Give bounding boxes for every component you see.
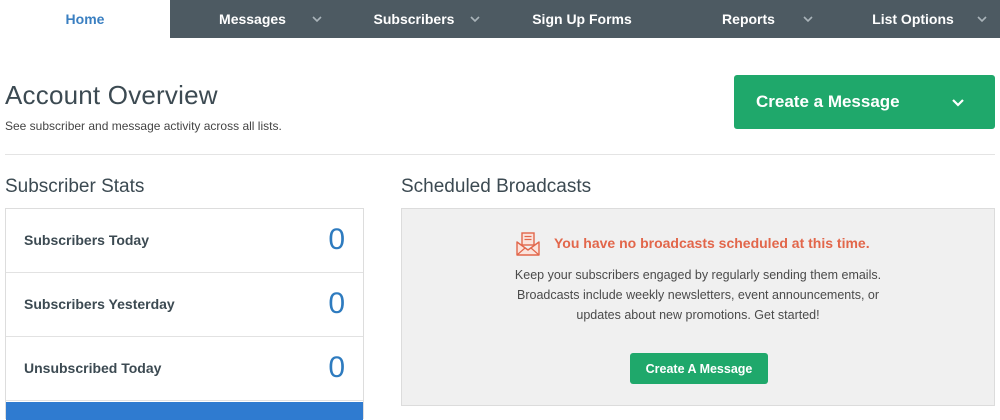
nav-item-label: Sign Up Forms <box>532 11 632 27</box>
stat-row-unsubscribed-today: Unsubscribed Today 0 <box>6 337 363 401</box>
stats-panel-footer-bar[interactable] <box>6 402 363 420</box>
stat-row-subscribers-today: Subscribers Today 0 <box>6 209 363 273</box>
stat-row-subscribers-yesterday: Subscribers Yesterday 0 <box>6 273 363 337</box>
empty-state-line: updates about new promotions. Get starte… <box>576 308 820 322</box>
nav-item-signup-forms[interactable]: Sign Up Forms <box>493 0 671 38</box>
create-a-message-button[interactable]: Create A Message <box>630 353 768 384</box>
chevron-down-icon[interactable] <box>951 96 965 108</box>
scheduled-broadcasts-panel: You have no broadcasts scheduled at this… <box>401 208 995 406</box>
chevron-down-icon <box>311 13 323 25</box>
create-message-button-label: Create a Message <box>756 92 900 111</box>
nav-item-label: Messages <box>219 11 286 27</box>
nav-item-label: Subscribers <box>373 11 455 27</box>
chevron-down-icon <box>802 13 814 25</box>
stat-label: Subscribers Yesterday <box>24 296 175 312</box>
subscriber-stats-panel: Subscribers Today 0 Subscribers Yesterda… <box>5 208 364 420</box>
scheduled-broadcasts-title: Scheduled Broadcasts <box>401 176 592 197</box>
empty-state-heading: You have no broadcasts scheduled at this… <box>554 235 870 251</box>
nav-item-subscribers[interactable]: Subscribers <box>335 0 493 38</box>
subscriber-stats-title: Subscriber Stats <box>5 176 145 197</box>
nav-item-list-options[interactable]: List Options <box>826 0 1000 38</box>
empty-state-line: Broadcasts include weekly newsletters, e… <box>517 288 879 302</box>
nav-item-label: Reports <box>722 11 775 27</box>
stat-value: 0 <box>328 351 345 384</box>
nav-item-label: List Options <box>872 11 954 27</box>
chevron-down-icon <box>469 13 481 25</box>
page-title: Account Overview <box>5 80 218 110</box>
chevron-down-icon <box>976 13 988 25</box>
stat-value: 0 <box>328 223 345 256</box>
stat-label: Unsubscribed Today <box>24 360 162 376</box>
nav-item-label: Home <box>65 11 105 27</box>
empty-state-line: Keep your subscribers engaged by regular… <box>514 268 882 282</box>
page-subtitle: See subscriber and message activity acro… <box>5 119 282 133</box>
top-nav: Home Messages Subscribers Sign Up Forms … <box>0 0 1000 38</box>
nav-item-messages[interactable]: Messages <box>170 0 335 38</box>
empty-state-description: Keep your subscribers engaged by regular… <box>402 265 994 325</box>
create-message-button[interactable]: Create a Message <box>734 75 995 129</box>
header-divider <box>5 154 995 155</box>
nav-item-reports[interactable]: Reports <box>671 0 826 38</box>
nav-item-home[interactable]: Home <box>0 0 170 38</box>
envelope-document-icon <box>515 231 541 257</box>
stat-value: 0 <box>328 287 345 320</box>
stat-label: Subscribers Today <box>24 232 150 248</box>
